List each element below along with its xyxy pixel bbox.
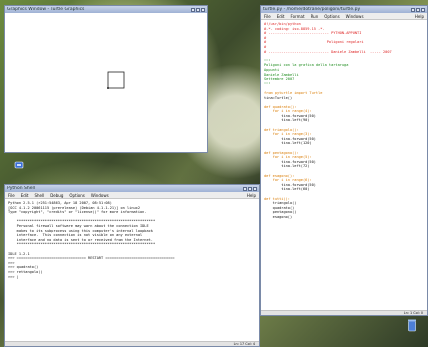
minimize-icon[interactable]	[243, 186, 247, 191]
shell-menu-shell[interactable]: Shell	[34, 193, 44, 198]
turtle-window-title: Graphics Window - Turtle Graphics	[7, 7, 85, 12]
shell-window-titlebar[interactable]: Python Shell	[5, 185, 259, 192]
turtle-window-titlebar[interactable]: Graphics Window - Turtle Graphics	[5, 6, 207, 13]
editor-menu-file[interactable]: File	[264, 14, 271, 19]
trash-icon[interactable]	[407, 318, 417, 332]
shell-menu-debug[interactable]: Debug	[50, 193, 63, 198]
close-icon[interactable]	[201, 7, 205, 12]
editor-text-area[interactable]: #!/usr/bin/python #-*- coding: iso-8859-1…	[261, 20, 427, 310]
editor-window-titlebar[interactable]: turtle.py - /home/dotrane/poligoni/turtl…	[261, 6, 427, 13]
shell-menu-edit[interactable]: Edit	[21, 193, 29, 198]
shell-menu-windows[interactable]: Windows	[91, 193, 109, 198]
minimize-icon[interactable]	[411, 7, 415, 12]
turtle-graphics-window: Graphics Window - Turtle Graphics	[4, 5, 208, 153]
editor-menu-help[interactable]: Help	[415, 14, 424, 19]
shell-menu-file[interactable]: File	[8, 193, 15, 198]
minimize-icon[interactable]	[191, 7, 195, 12]
shell-window-title: Python Shell	[7, 186, 36, 191]
turtle-icon	[107, 87, 109, 89]
shell-text-area[interactable]: Python 2.5.1 (r251:54863, Apr 18 2007, 0…	[5, 199, 259, 341]
maximize-icon[interactable]	[248, 186, 252, 191]
drawn-square	[107, 71, 125, 89]
desktop-launcher-icon[interactable]	[14, 160, 24, 170]
editor-menu-windows[interactable]: Windows	[346, 14, 364, 19]
close-icon[interactable]	[253, 186, 257, 191]
editor-menu-format[interactable]: Format	[290, 14, 304, 19]
maximize-icon[interactable]	[416, 7, 420, 12]
shell-menu-options[interactable]: Options	[69, 193, 84, 198]
maximize-icon[interactable]	[196, 7, 200, 12]
code-line: esagono()	[264, 214, 293, 219]
python-shell-window: Python Shell File Edit Shell Debug Optio…	[4, 184, 260, 347]
shell-status-bar: Ln: 17 Col: 4	[5, 341, 259, 346]
editor-window-title: turtle.py - /home/dotrane/poligoni/turtl…	[263, 7, 361, 12]
editor-menu-edit[interactable]: Edit	[277, 14, 285, 19]
code-line: >>> |	[8, 274, 19, 279]
editor-window: turtle.py - /home/dotrane/poligoni/turtl…	[260, 5, 428, 316]
editor-menu-run[interactable]: Run	[311, 14, 319, 19]
editor-status-bar: Ln: 1 Col: 0	[261, 310, 427, 315]
shell-menubar: File Edit Shell Debug Options Windows He…	[5, 192, 259, 199]
turtle-canvas[interactable]	[5, 13, 207, 152]
editor-menu-options[interactable]: Options	[324, 14, 339, 19]
close-icon[interactable]	[421, 7, 425, 12]
shell-menu-help[interactable]: Help	[247, 193, 256, 198]
editor-menubar: File Edit Format Run Options Windows Hel…	[261, 13, 427, 20]
